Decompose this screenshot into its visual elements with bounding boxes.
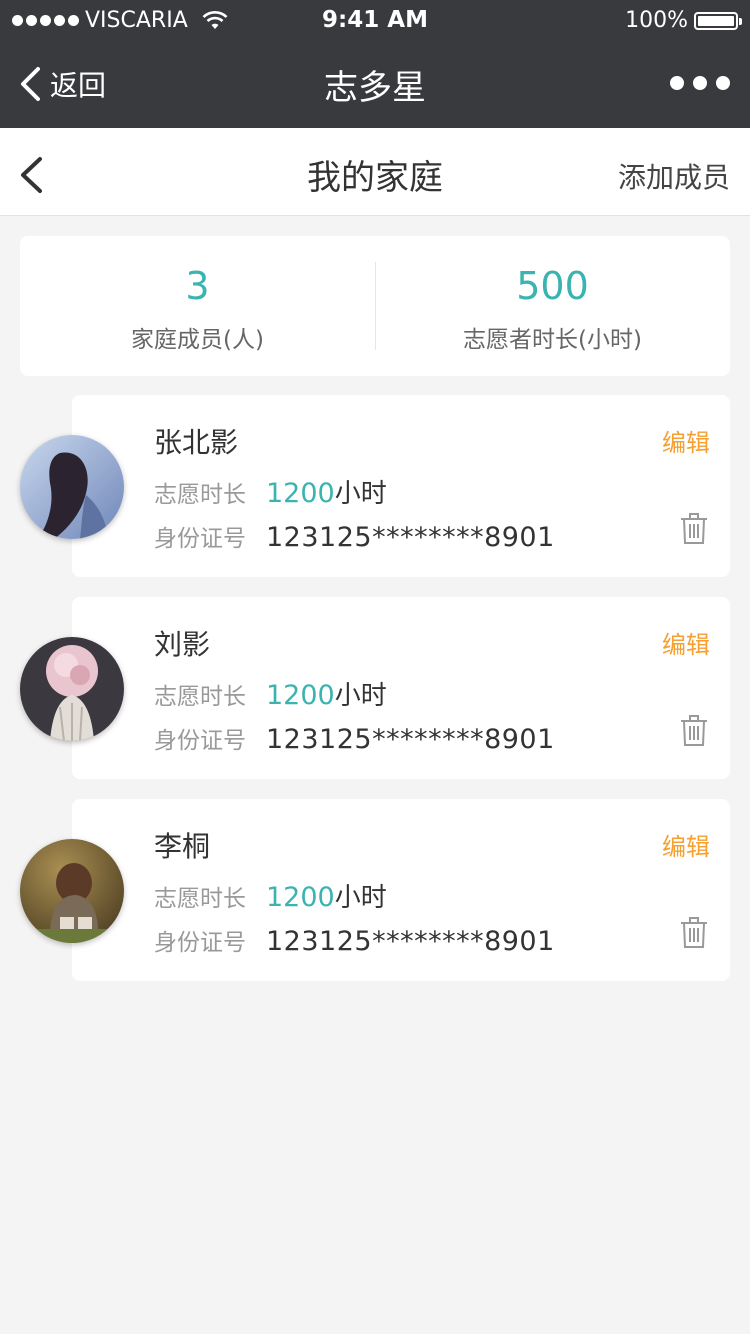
hours-stat: 500 志愿者时长(小时) [375, 236, 730, 376]
nav-title: 志多星 [324, 68, 426, 108]
members-count: 3 [185, 264, 210, 308]
id-value: 123125********8901 [266, 926, 555, 957]
hours-unit: 小时 [334, 479, 387, 509]
hours-total-label: 志愿者时长(小时) [463, 327, 642, 353]
hours-value: 1200 [266, 882, 335, 913]
delete-button[interactable] [680, 917, 708, 953]
id-row: 身份证号 123125********8901 [154, 721, 555, 755]
delete-button[interactable] [680, 513, 708, 549]
id-label: 身份证号 [154, 728, 246, 754]
member-name: 李桐 [154, 830, 211, 863]
hours-unit: 小时 [334, 883, 387, 913]
edit-button[interactable]: 编辑 [662, 423, 710, 458]
member-name: 刘影 [154, 628, 211, 661]
id-value: 123125********8901 [266, 522, 555, 553]
battery-percent: 100% [625, 8, 688, 33]
avatar[interactable] [20, 637, 124, 741]
members-label: 家庭成员(人) [131, 327, 264, 353]
hours-total: 500 [516, 264, 589, 308]
status-bar: VISCARIA 9:41 AM 100% [0, 0, 750, 40]
hours-row: 志愿时长 1200 小时 [154, 473, 387, 510]
avatar[interactable] [20, 839, 124, 943]
member-item: 张北影 编辑 志愿时长 1200 小时 身份证号 123125********8… [0, 395, 750, 577]
hours-row: 志愿时长 1200 小时 [154, 877, 387, 914]
trash-icon [681, 513, 707, 544]
nav-bar: 返回 志多星 [0, 40, 750, 128]
members-stat: 3 家庭成员(人) [20, 236, 375, 376]
hours-label: 志愿时长 [154, 684, 246, 710]
hours-value: 1200 [266, 478, 335, 509]
id-value: 123125********8901 [266, 724, 555, 755]
member-name: 张北影 [154, 426, 239, 459]
id-row: 身份证号 123125********8901 [154, 519, 555, 553]
trash-icon [681, 917, 707, 948]
hours-value: 1200 [266, 680, 335, 711]
avatar[interactable] [20, 435, 124, 539]
trash-icon [681, 715, 707, 746]
page-header: 我的家庭 添加成员 [0, 128, 750, 216]
family-summary-card: 3 家庭成员(人) 500 志愿者时长(小时) [20, 236, 730, 376]
id-row: 身份证号 123125********8901 [154, 923, 555, 957]
hours-label: 志愿时长 [154, 482, 246, 508]
more-dots-icon[interactable] [670, 76, 730, 90]
id-label: 身份证号 [154, 526, 246, 552]
battery-group: 100% [625, 8, 742, 33]
hours-label: 志愿时长 [154, 886, 246, 912]
id-label: 身份证号 [154, 930, 246, 956]
battery-icon [694, 11, 742, 30]
edit-button[interactable]: 编辑 [662, 625, 710, 660]
add-member-button[interactable]: 添加成员 [618, 156, 730, 196]
delete-button[interactable] [680, 715, 708, 751]
member-item: 刘影 编辑 志愿时长 1200 小时 身份证号 123125********89… [0, 597, 750, 779]
top-bar: VISCARIA 9:41 AM 100% 返回 志多星 [0, 0, 750, 128]
hours-unit: 小时 [334, 681, 387, 711]
hours-row: 志愿时长 1200 小时 [154, 675, 387, 712]
edit-button[interactable]: 编辑 [662, 827, 710, 862]
member-item: 李桐 编辑 志愿时长 1200 小时 身份证号 123125********89… [0, 799, 750, 981]
